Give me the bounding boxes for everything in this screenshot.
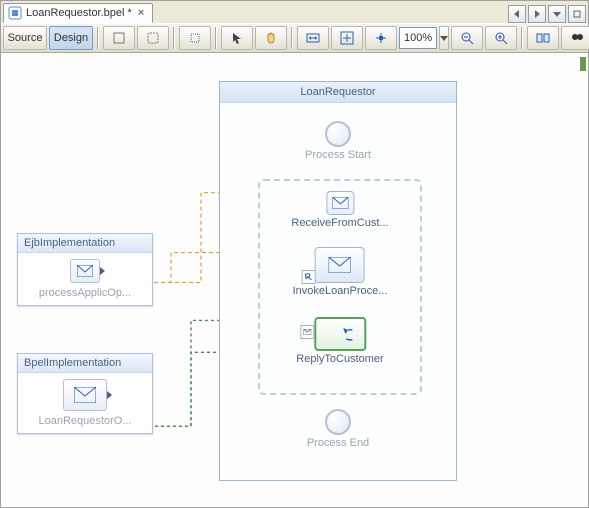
partner-ejb-title: EjbImplementation — [18, 234, 152, 253]
reply-activity[interactable]: ReplyToCustomer — [296, 317, 383, 365]
partner-bpel-title: BpelImplementation — [18, 354, 152, 373]
envelope-icon — [326, 191, 354, 215]
maximize-button[interactable] — [568, 5, 586, 23]
tab-row: LoanRequestor.bpel * × — [1, 1, 588, 23]
design-canvas[interactable]: EjbImplementation processApplicOp... Bpe… — [1, 53, 588, 507]
arrow-right-icon — [100, 267, 105, 275]
invoke-label: InvokeLoanProce... — [293, 285, 388, 297]
process-end-node[interactable]: Process End — [220, 409, 456, 449]
tab-title: LoanRequestor.bpel * — [26, 7, 132, 19]
scroll-right-button[interactable] — [528, 5, 546, 23]
zoom-dropdown-button[interactable] — [439, 26, 449, 50]
tool-c-button[interactable] — [179, 26, 211, 50]
envelope-icon[interactable] — [70, 259, 100, 283]
zoom-field[interactable]: 100% — [399, 27, 437, 49]
process-start-node[interactable]: Process Start — [220, 121, 456, 161]
partner-bpel-body: LoanRequestorO... — [18, 373, 152, 433]
partner-ejb-body: processApplicOp... — [18, 253, 152, 305]
zoom-in-button[interactable] — [485, 26, 517, 50]
separator — [173, 27, 175, 49]
tool-a-button[interactable] — [103, 26, 135, 50]
invoke-activity[interactable]: InvokeLoanProce... — [293, 247, 388, 297]
partner-ejb[interactable]: EjbImplementation processApplicOp... — [17, 233, 153, 306]
receive-activity[interactable]: ReceiveFromCust... — [291, 191, 388, 229]
mapper-button[interactable] — [527, 26, 559, 50]
partner-ejb-operation: processApplicOp... — [39, 287, 131, 299]
separator — [291, 27, 293, 49]
arrow-right-icon — [107, 391, 112, 399]
reply-label: ReplyToCustomer — [296, 353, 383, 365]
tab-close-icon[interactable]: × — [136, 7, 146, 19]
scroll-left-button[interactable] — [508, 5, 526, 23]
receive-label: ReceiveFromCust... — [291, 217, 388, 229]
start-event-icon — [325, 121, 351, 147]
main-toolbar: Source Design 100% — [1, 23, 588, 53]
source-view-button[interactable]: Source — [3, 26, 47, 50]
tab-window-controls — [508, 5, 588, 23]
pointer-tool-button[interactable] — [221, 26, 253, 50]
file-tab[interactable]: LoanRequestor.bpel * × — [3, 3, 153, 23]
process-end-label: Process End — [220, 437, 456, 449]
design-view-button[interactable]: Design — [49, 26, 93, 50]
partner-bpel-operation: LoanRequestorO... — [39, 415, 132, 427]
reply-icon — [314, 317, 366, 351]
dropdown-tabs-button[interactable] — [548, 5, 566, 23]
end-event-icon — [325, 409, 351, 435]
tool-b-button[interactable] — [137, 26, 169, 50]
separator — [215, 27, 217, 49]
bpel-file-icon — [8, 6, 22, 20]
overview-marker — [580, 57, 586, 71]
envelope-icon[interactable] — [63, 379, 107, 411]
editor-window: LoanRequestor.bpel * × Source Design 100… — [0, 0, 589, 508]
envelope-icon — [315, 247, 365, 283]
assign-badge-icon — [302, 270, 316, 284]
process-container[interactable]: LoanRequestor Process Start ReceiveFromC… — [219, 81, 457, 481]
fit-width-button[interactable] — [297, 26, 329, 50]
find-button[interactable] — [561, 26, 589, 50]
actual-size-button[interactable] — [365, 26, 397, 50]
fit-window-button[interactable] — [331, 26, 363, 50]
hand-tool-button[interactable] — [255, 26, 287, 50]
partner-bpel[interactable]: BpelImplementation LoanRequestorO... — [17, 353, 153, 434]
process-start-label: Process Start — [220, 149, 456, 161]
separator — [521, 27, 523, 49]
envelope-small-icon — [300, 325, 314, 339]
separator — [97, 27, 99, 49]
process-body: Process Start ReceiveFromCust... — [220, 103, 456, 480]
zoom-out-button[interactable] — [451, 26, 483, 50]
process-title: LoanRequestor — [220, 82, 456, 103]
sequence-container[interactable]: ReceiveFromCust... InvokeLoanProce... — [258, 179, 422, 395]
